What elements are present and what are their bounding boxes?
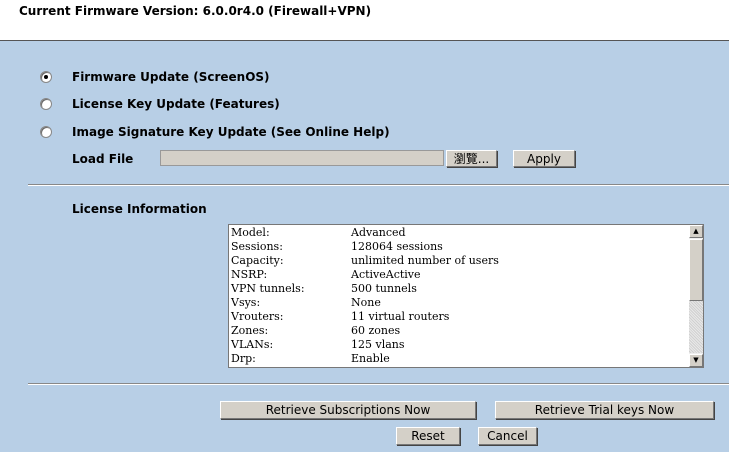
license-info-row: Vsys: None: [231, 296, 691, 310]
radio-image-signature-update[interactable]: [40, 126, 52, 138]
section-divider-1-highlight: [28, 185, 729, 186]
license-info-row: Capacity: unlimited number of users: [231, 254, 691, 268]
reset-button[interactable]: Reset: [396, 427, 460, 445]
license-info-value: 128064 sessions: [351, 240, 443, 253]
browse-button[interactable]: 瀏覽...: [446, 150, 497, 167]
license-info-row: Drp: Enable: [231, 352, 691, 366]
license-info-key: Capacity:: [231, 254, 284, 267]
scroll-up-arrow-icon[interactable]: ▲: [689, 225, 703, 238]
apply-button[interactable]: Apply: [513, 150, 575, 167]
firmware-version-title: Current Firmware Version: 6.0.0r4.0 (Fir…: [19, 4, 372, 18]
license-info-value: 60 zones: [351, 324, 401, 337]
license-info-value: Advanced: [351, 226, 406, 239]
scroll-down-arrow-icon[interactable]: ▼: [689, 354, 703, 367]
license-info-row: VPN tunnels: 500 tunnels: [231, 282, 691, 296]
license-info-key: VLANs:: [231, 338, 274, 351]
license-info-row: Zones: 60 zones: [231, 324, 691, 338]
license-info-listbox[interactable]: Model: Advanced Sessions: 128064 sessions Ca…: [228, 224, 704, 368]
load-file-label: Load File: [72, 152, 134, 166]
scroll-track[interactable]: [689, 301, 703, 353]
retrieve-subscriptions-button[interactable]: Retrieve Subscriptions Now: [220, 401, 476, 419]
license-info-value: 11 virtual routers: [351, 310, 450, 323]
license-info-value: None: [351, 296, 381, 309]
option-image-signature-update[interactable]: Image Signature Key Update (See Online H…: [40, 125, 390, 139]
license-info-key: Sessions:: [231, 240, 283, 253]
license-info-key: Vsys:: [231, 296, 261, 309]
option-firmware-update[interactable]: Firmware Update (ScreenOS): [40, 70, 270, 84]
license-info-scrollbar[interactable]: ▲ ▼: [689, 225, 703, 367]
license-info-key: Zones:: [231, 324, 269, 337]
option-image-signature-update-label: Image Signature Key Update (See Online H…: [72, 125, 390, 139]
license-info-key: Model:: [231, 226, 270, 239]
license-info-row: VLANs: 125 vlans: [231, 338, 691, 352]
option-license-key-update-label: License Key Update (Features): [72, 97, 280, 111]
option-license-key-update[interactable]: License Key Update (Features): [40, 97, 280, 111]
header: Current Firmware Version: 6.0.0r4.0 (Fir…: [0, 0, 729, 40]
license-info-rows: Model: Advanced Sessions: 128064 sessions Ca…: [231, 226, 691, 366]
license-info-row: NSRP: ActiveActive: [231, 268, 691, 282]
load-file-input[interactable]: [160, 150, 444, 166]
license-info-value: 500 tunnels: [351, 282, 417, 295]
license-info-key: Drp:: [231, 352, 256, 365]
scroll-thumb[interactable]: [689, 239, 703, 301]
license-info-row: Sessions: 128064 sessions: [231, 240, 691, 254]
license-info-row: Model: Advanced: [231, 226, 691, 240]
license-info-key: Vrouters:: [231, 310, 284, 323]
cancel-button[interactable]: Cancel: [478, 427, 537, 445]
section-divider-2-highlight: [28, 384, 729, 385]
license-info-value: 125 vlans: [351, 338, 405, 351]
license-info-row: Vrouters: 11 virtual routers: [231, 310, 691, 324]
license-info-key: NSRP:: [231, 268, 268, 281]
license-info-key: VPN tunnels:: [231, 282, 305, 295]
option-firmware-update-label: Firmware Update (ScreenOS): [72, 70, 270, 84]
radio-license-key-update[interactable]: [40, 98, 52, 110]
license-info-label: License Information: [72, 202, 207, 216]
radio-firmware-update[interactable]: [40, 71, 52, 83]
license-info-value: Enable: [351, 352, 390, 365]
license-info-value: ActiveActive: [351, 268, 421, 281]
license-info-value: unlimited number of users: [351, 254, 499, 267]
retrieve-trial-keys-button[interactable]: Retrieve Trial keys Now: [495, 401, 714, 419]
